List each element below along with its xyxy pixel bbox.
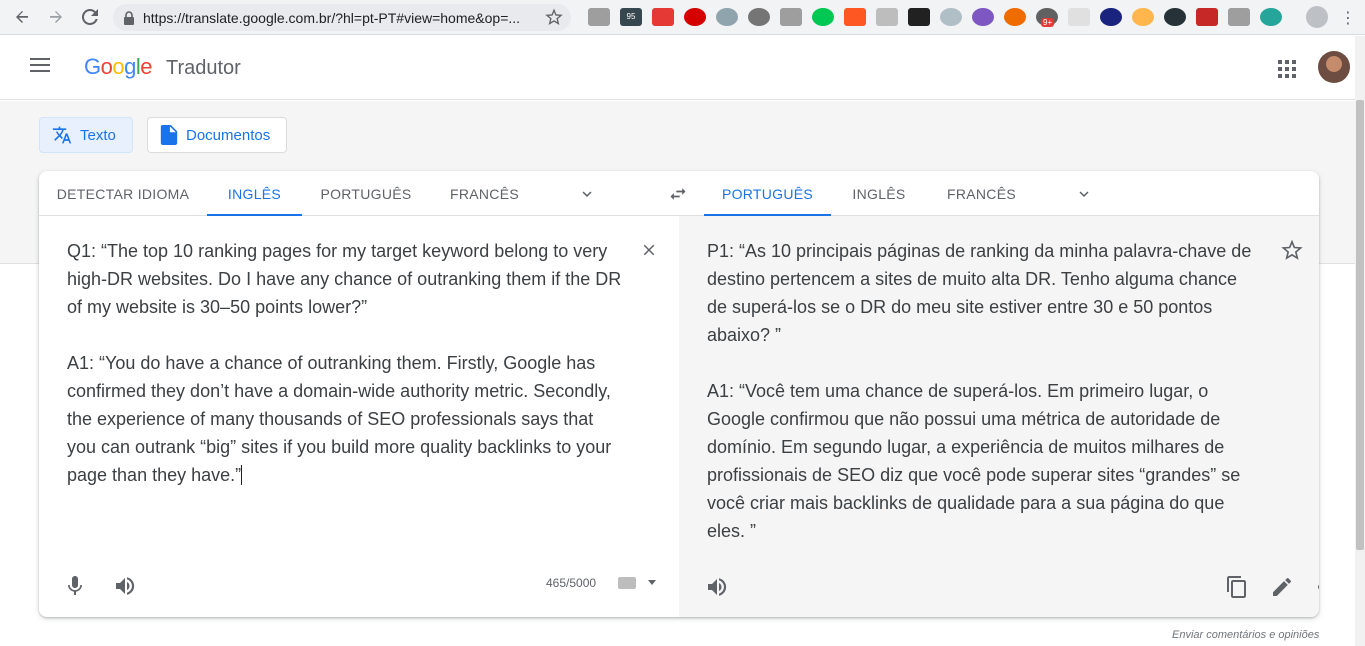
extension-icon[interactable] [716, 8, 738, 26]
extension-icon[interactable] [1068, 8, 1090, 26]
extension-icon[interactable] [972, 8, 994, 26]
extension-icon[interactable]: 9+ [1036, 8, 1058, 27]
translator-card: DETECTAR IDIOMA INGLÊS PORTUGUÊS FRANCÊS… [39, 171, 1319, 617]
extension-icon[interactable] [1260, 8, 1282, 26]
text-mode-button[interactable]: Texto [39, 117, 133, 153]
listen-translation-icon[interactable] [705, 575, 729, 599]
url-text: https://translate.google.com.br/?hl=pt-P… [143, 9, 521, 26]
forward-icon[interactable] [44, 5, 68, 29]
extension-icon[interactable] [1132, 8, 1154, 26]
chrome-menu-icon[interactable]: ⋮ [1340, 8, 1356, 28]
extension-icon[interactable] [876, 8, 898, 26]
translate-icon [52, 126, 72, 144]
extension-icon[interactable] [1228, 8, 1250, 26]
lock-icon [121, 10, 137, 26]
documents-mode-label: Documentos [186, 126, 271, 144]
bookmark-star-icon[interactable] [545, 8, 563, 26]
text-mode-label: Texto [80, 126, 116, 144]
documents-mode-button[interactable]: Documentos [147, 117, 288, 153]
tab-source-french[interactable]: FRANCÊS [431, 171, 538, 216]
listen-source-icon[interactable] [113, 574, 137, 598]
menu-icon[interactable] [30, 58, 50, 74]
extension-icon[interactable] [1004, 8, 1026, 26]
tab-source-english[interactable]: INGLÊS [207, 171, 302, 217]
share-icon[interactable] [1315, 575, 1319, 599]
tab-detect-language[interactable]: DETECTAR IDIOMA [39, 171, 207, 216]
extension-icon[interactable] [588, 8, 610, 26]
character-count: 465/5000 [546, 576, 597, 590]
text-cursor [241, 465, 243, 485]
extension-icon[interactable] [1196, 8, 1218, 26]
extension-icon[interactable] [940, 8, 962, 26]
save-translation-star-icon[interactable] [1281, 239, 1303, 261]
extension-icon[interactable] [812, 8, 834, 26]
scrollbar-thumb[interactable] [1356, 100, 1364, 550]
clear-text-icon[interactable] [640, 241, 658, 259]
address-bar[interactable]: https://translate.google.com.br/?hl=pt-P… [113, 4, 571, 31]
tab-target-english[interactable]: INGLÊS [836, 171, 922, 216]
chrome-profile-icon[interactable] [1306, 6, 1328, 28]
extension-icon[interactable] [748, 8, 770, 26]
tab-source-portuguese[interactable]: PORTUGUÊS [309, 171, 423, 216]
edit-pencil-icon[interactable] [1270, 575, 1294, 599]
copy-icon[interactable] [1225, 575, 1249, 599]
translation-output: P1: “As 10 principais páginas de ranking… [707, 241, 1252, 541]
extension-icon[interactable] [1100, 8, 1122, 26]
swap-languages-icon[interactable] [668, 184, 688, 204]
extension-icon[interactable] [684, 8, 706, 26]
target-more-languages-icon[interactable] [1075, 185, 1093, 203]
app-header: Google Tradutor [0, 36, 1355, 100]
source-textarea[interactable]: Q1: “The top 10 ranking pages for my tar… [67, 237, 627, 489]
notification-badge: 9+ [1041, 18, 1055, 27]
tab-target-portuguese[interactable]: PORTUGUÊS [704, 171, 831, 217]
apps-grid-icon[interactable] [1278, 60, 1296, 78]
extension-icon[interactable] [652, 8, 674, 26]
keyboard-icon[interactable] [618, 577, 636, 589]
input-tools-dropdown-icon[interactable] [648, 580, 656, 585]
google-logo[interactable]: Google [84, 54, 153, 80]
extension-icon[interactable] [1164, 8, 1186, 26]
microphone-icon[interactable] [63, 574, 87, 598]
target-panel: P1: “As 10 principais páginas de ranking… [679, 216, 1319, 617]
language-bar: DETECTAR IDIOMA INGLÊS PORTUGUÊS FRANCÊS… [39, 171, 1319, 217]
avatar[interactable] [1318, 51, 1350, 83]
back-icon[interactable] [10, 5, 34, 29]
document-icon [160, 125, 178, 145]
extension-icon[interactable]: 95 [620, 8, 642, 26]
product-name: Tradutor [166, 57, 241, 79]
source-more-languages-icon[interactable] [578, 185, 596, 203]
source-panel: Q1: “The top 10 ranking pages for my tar… [39, 216, 679, 617]
reload-icon[interactable] [78, 5, 102, 29]
extension-icon[interactable] [908, 8, 930, 26]
feedback-link[interactable]: Enviar comentários e opiniões [1172, 629, 1319, 641]
extension-icon[interactable] [780, 8, 802, 26]
tab-target-french[interactable]: FRANCÊS [930, 171, 1033, 216]
extension-icon[interactable] [844, 8, 866, 26]
extensions-bar: 95 9+ [588, 8, 1282, 27]
